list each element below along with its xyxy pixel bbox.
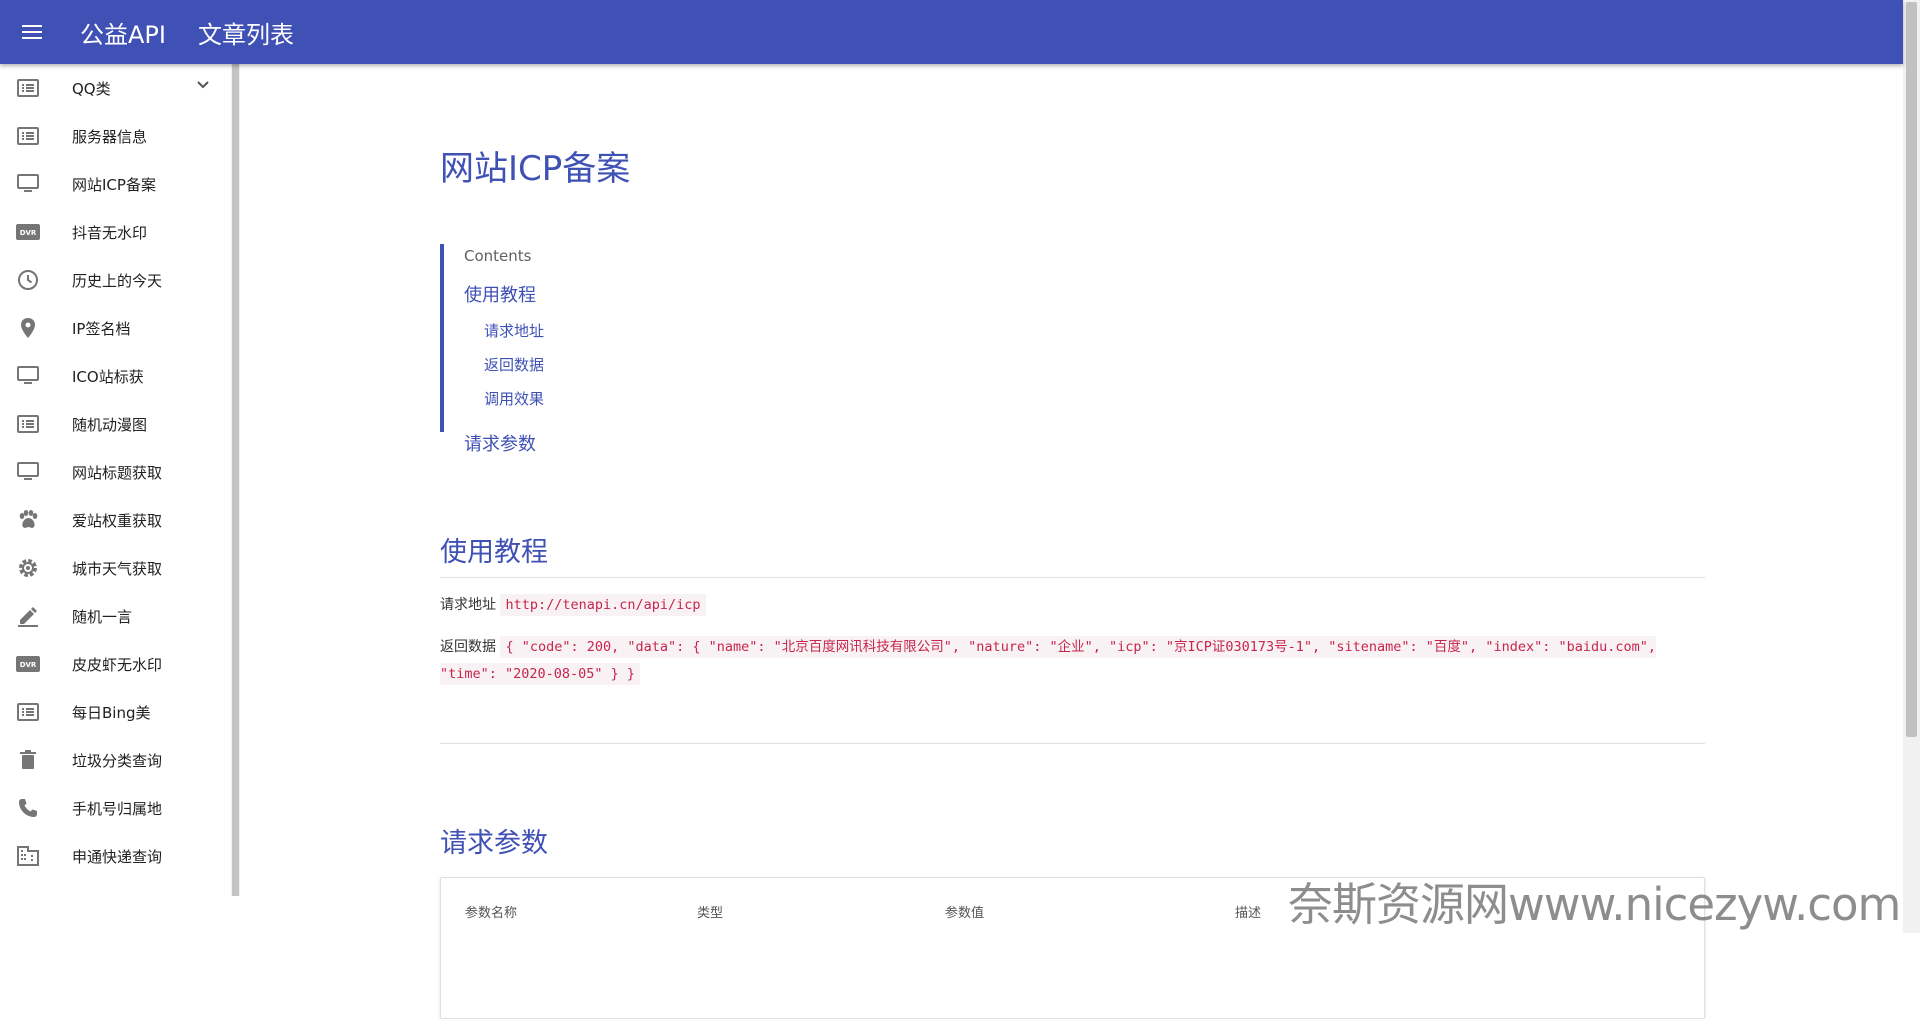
toc-link-request-url[interactable]: 请求地址 [484, 320, 544, 341]
sidebar-item-label: 随机动漫图 [72, 415, 148, 434]
dvr-icon: DVR [14, 652, 42, 676]
app-brand[interactable]: 公益API [80, 15, 166, 50]
sidebar: QQ类服务器信息网站ICP备案 DVR 抖音无水印历史上的今天 IP签名档 ICO站标获… [0, 64, 231, 896]
response-json-code: { "code": 200, "data": { "name": "北京百度网讯… [440, 636, 1656, 685]
sidebar-item[interactable]: 爱站权重获取 [0, 496, 231, 544]
sidebar-item[interactable]: ICO站标获 [0, 352, 231, 400]
monitor-icon [14, 364, 42, 388]
sidebar-item[interactable]: QQ类 [0, 64, 231, 112]
sidebar-item[interactable]: DVR 抖音无水印 [0, 208, 231, 256]
building-icon [14, 844, 42, 868]
divider [440, 743, 1705, 744]
phone-icon [14, 796, 42, 820]
svg-text:DVR: DVR [20, 661, 37, 669]
sidebar-item-label: IP签名档 [72, 319, 131, 338]
page-section-title: 文章列表 [197, 20, 294, 49]
sidebar-item-label: 服务器信息 [72, 127, 148, 146]
clock-icon [14, 268, 42, 292]
sidebar-item-label: 抖音无水印 [72, 223, 148, 242]
divider [440, 577, 1705, 578]
dvr-icon: DVR [14, 220, 42, 244]
list-icon [14, 76, 42, 100]
sidebar-item[interactable]: DVR 皮皮虾无水印 [0, 640, 231, 688]
sidebar-item-label: 申通快递查询 [72, 847, 163, 866]
menu-icon[interactable] [0, 0, 64, 64]
sidebar-item-label: 手机号归属地 [72, 799, 163, 818]
list-icon [14, 124, 42, 148]
sidebar-item-label: 每日Bing美 [72, 703, 151, 722]
request-url-row: 请求地址 http://tenapi.cn/api/icp [440, 594, 706, 616]
sidebar-item-label: 爱站权重获取 [72, 511, 163, 530]
sidebar-item[interactable]: 随机一言 [0, 592, 231, 640]
chevron-down-icon[interactable] [196, 78, 210, 96]
sidebar-item-label: 随机一言 [72, 607, 133, 626]
sidebar-item[interactable]: 服务器信息 [0, 112, 231, 160]
response-row: 返回数据 { "code": 200, "data": { "name": "北… [440, 634, 1705, 688]
sidebar-item[interactable]: 历史上的今天 [0, 256, 231, 304]
monitor-icon [14, 172, 42, 196]
sidebar-item-label: 网站标题获取 [72, 463, 163, 482]
sidebar-item[interactable]: 城市天气获取 [0, 544, 231, 592]
toc-caption: Contents [464, 247, 532, 265]
location-pin-icon [14, 316, 42, 340]
paw-icon [14, 508, 42, 532]
list-icon [14, 700, 42, 724]
sidebar-item[interactable]: 网站ICP备案 [0, 160, 231, 208]
toc-link-response[interactable]: 返回数据 [484, 354, 544, 375]
request-url-code: http://tenapi.cn/api/icp [500, 594, 706, 616]
gear-icon [14, 556, 42, 580]
column-header-name: 参数名称 [465, 906, 518, 921]
sidebar-item[interactable]: 每日Bing美 [0, 688, 231, 736]
page-scrollbar-thumb[interactable] [1906, 2, 1917, 737]
table-of-contents: Contents 使用教程 请求地址 返回数据 调用效果 请求参数 [440, 244, 544, 455]
list-icon [14, 412, 42, 436]
sidebar-item-label: QQ类 [72, 79, 111, 98]
column-header-value: 参数值 [945, 906, 985, 921]
sidebar-item[interactable]: 随机动漫图 [0, 400, 231, 448]
sidebar-scrollbar-thumb[interactable] [232, 64, 239, 896]
monitor-icon [14, 460, 42, 484]
trash-icon [14, 748, 42, 772]
sidebar-item-label: 垃圾分类查询 [72, 751, 163, 770]
sidebar-item-label: 皮皮虾无水印 [72, 655, 163, 674]
toc-link-usage[interactable]: 使用教程 [464, 281, 544, 307]
svg-text:DVR: DVR [20, 229, 37, 237]
sidebar-item[interactable]: IP签名档 [0, 304, 231, 352]
pencil-icon [14, 604, 42, 628]
section-heading-params: 请求参数 [440, 828, 548, 859]
sidebar-item-label: 城市天气获取 [72, 559, 163, 578]
sidebar-item-label: ICO站标获 [72, 367, 144, 386]
sidebar-item[interactable]: 网站标题获取 [0, 448, 231, 496]
sidebar-item-label: 历史上的今天 [72, 271, 163, 290]
sidebar-item-label: 网站ICP备案 [72, 175, 156, 194]
column-header-description: 描述 [1235, 906, 1262, 921]
section-heading-usage: 使用教程 [440, 537, 548, 568]
column-header-type: 类型 [697, 906, 724, 921]
sidebar-item[interactable]: 手机号归属地 [0, 784, 231, 832]
page-title: 网站ICP备案 [440, 149, 631, 189]
response-label: 返回数据 [440, 639, 496, 655]
sidebar-item[interactable]: 申通快递查询 [0, 832, 231, 880]
toc-link-effect[interactable]: 调用效果 [484, 388, 544, 409]
request-url-label: 请求地址 [440, 597, 496, 613]
watermark: 奈斯资源网www.nicezyw.com [1288, 878, 1901, 931]
sidebar-item[interactable]: 垃圾分类查询 [0, 736, 231, 784]
toc-link-params[interactable]: 请求参数 [464, 430, 544, 456]
app-bar: 公益API 文章列表 [0, 0, 1903, 64]
